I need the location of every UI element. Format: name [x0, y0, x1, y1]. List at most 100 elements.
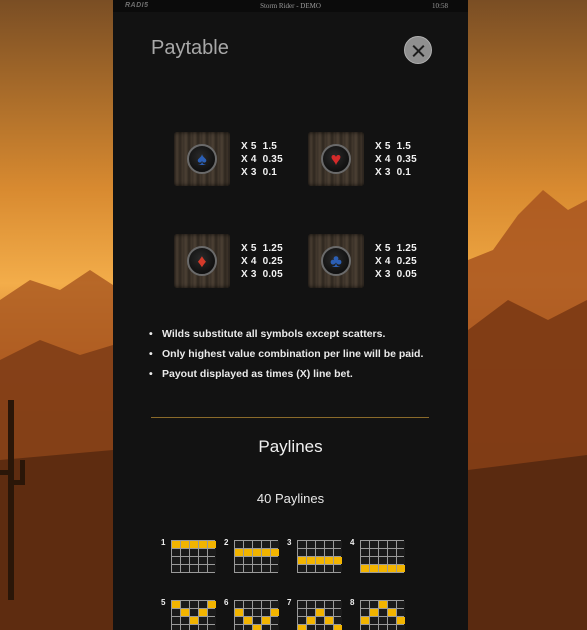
payline-cell — [181, 549, 189, 556]
payline-number: 5 — [161, 598, 166, 607]
payline-cell — [370, 601, 378, 608]
clock: 10:58 — [432, 2, 448, 10]
payline-number: 7 — [287, 598, 292, 607]
payline-cell — [298, 549, 306, 556]
payline-cell — [316, 617, 324, 624]
payline-pattern — [297, 540, 342, 573]
payline-number: 8 — [350, 598, 355, 607]
payline-cell — [316, 541, 324, 548]
payline-cell — [397, 617, 405, 624]
payline-cell — [253, 549, 261, 556]
payline-number: 1 — [161, 538, 166, 547]
payline-cell — [190, 617, 198, 624]
payline-cell — [334, 601, 342, 608]
payline-cell — [298, 541, 306, 548]
payline-cell — [235, 609, 243, 616]
payline-cell — [397, 541, 405, 548]
pay-row: X 3 0.05 — [241, 268, 283, 280]
payline-cell — [298, 617, 306, 624]
payline-cell — [334, 549, 342, 556]
payline-cell — [244, 609, 252, 616]
payline-cell — [199, 601, 207, 608]
payline-cell — [208, 549, 216, 556]
payline-cell — [244, 601, 252, 608]
payline-cell — [397, 565, 405, 572]
payline-cell — [388, 609, 396, 616]
payline-cell — [190, 565, 198, 572]
payline-cell — [253, 557, 261, 564]
payline-cell — [361, 541, 369, 548]
payline-cell — [244, 541, 252, 548]
payline-cell — [325, 601, 333, 608]
payline-cell — [370, 565, 378, 572]
payline-cell — [235, 617, 243, 624]
payline-cell — [397, 549, 405, 556]
payline-cell — [181, 625, 189, 630]
payline-cell — [307, 565, 315, 572]
payline-cell — [316, 549, 324, 556]
payline-cell — [235, 601, 243, 608]
payline-cell — [172, 601, 180, 608]
payline-cell — [307, 609, 315, 616]
payline-cell — [379, 609, 387, 616]
payline-number: 4 — [350, 538, 355, 547]
pay-row: X 5 1.25 — [241, 242, 283, 254]
spade-symbol-icon: ♠ — [174, 132, 230, 186]
payline-cell — [262, 609, 270, 616]
pay-row: X 5 1.5 — [375, 140, 412, 152]
status-bar: RADI5 Storm Rider - DEMO 10:58 — [113, 0, 468, 12]
payline-cell — [199, 541, 207, 548]
payline-cell — [370, 625, 378, 630]
symbol-club: ♣ X 5 1.25 X 4 0.25 X 3 0.05 — [308, 234, 417, 288]
paylines-count: 40 Paylines — [256, 491, 325, 506]
payline-cell — [262, 565, 270, 572]
payline-cell — [235, 549, 243, 556]
payline-cell — [172, 617, 180, 624]
divider — [151, 417, 429, 418]
payline-cell — [388, 601, 396, 608]
payline-cell — [298, 609, 306, 616]
payline-cell — [307, 557, 315, 564]
payline-cell — [325, 609, 333, 616]
paylines-title: Paylines — [258, 437, 323, 456]
payline-cell — [253, 609, 261, 616]
heart-symbol-icon: ♥ — [308, 132, 364, 186]
payline-number: 2 — [224, 538, 229, 547]
payline-cell — [379, 541, 387, 548]
payline-cell — [271, 549, 279, 556]
payline-cell — [235, 625, 243, 630]
payline-cell — [208, 541, 216, 548]
payline-cell — [172, 609, 180, 616]
payline-cell — [208, 557, 216, 564]
payline-cell — [397, 625, 405, 630]
payline-cell — [262, 617, 270, 624]
payline-cell — [190, 541, 198, 548]
background-desert-right — [468, 0, 587, 630]
payline-cell — [361, 617, 369, 624]
payline-cell — [316, 625, 324, 630]
payline-cell — [361, 609, 369, 616]
payline-cell — [325, 617, 333, 624]
diamond-symbol-icon: ♦ — [174, 234, 230, 288]
payline-cell — [379, 601, 387, 608]
symbol-pays: X 5 1.5 X 4 0.35 X 3 0.1 — [241, 140, 283, 179]
rule-item: Only highest value combination per line … — [148, 347, 428, 361]
payline-cell — [253, 601, 261, 608]
payline-cell — [388, 625, 396, 630]
payline-cell — [199, 549, 207, 556]
payline-cell — [208, 617, 216, 624]
payline-cell — [262, 549, 270, 556]
payline-cell — [253, 617, 261, 624]
payline-cell — [325, 625, 333, 630]
payline-cell — [334, 557, 342, 564]
payline-cell — [271, 565, 279, 572]
payline-cell — [379, 549, 387, 556]
payline-cell — [208, 625, 216, 630]
payline-cell — [235, 565, 243, 572]
payline-cell — [253, 541, 261, 548]
close-icon[interactable] — [404, 36, 432, 64]
diamond-icon: ♦ — [187, 246, 217, 276]
payline-cell — [190, 609, 198, 616]
payline-cell — [325, 541, 333, 548]
payline-cell — [307, 625, 315, 630]
